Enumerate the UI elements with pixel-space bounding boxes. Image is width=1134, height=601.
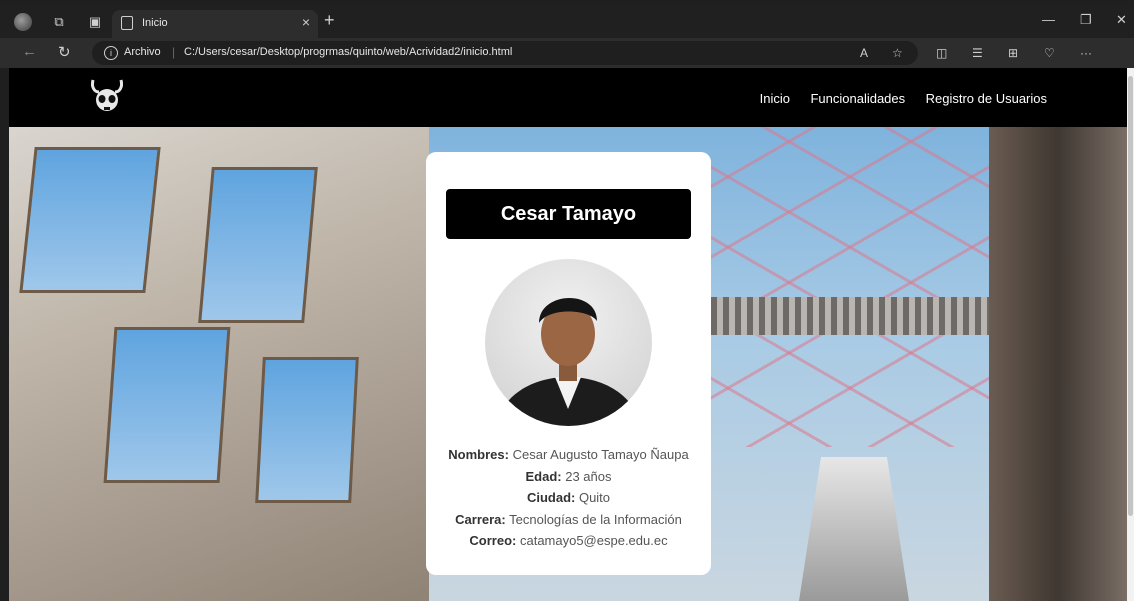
info-icon[interactable]: i [104, 46, 118, 60]
new-tab-button[interactable]: + [324, 10, 335, 31]
page-icon [121, 16, 133, 30]
profile-card: Cesar Tamayo Nombres: Cesar Augusto Tama… [426, 152, 711, 575]
nav-link-funcionalidades[interactable]: Funcionalidades [810, 91, 905, 106]
url-text[interactable]: C:/Users/cesar/Desktop/progrmas/quinto/w… [184, 46, 512, 58]
background-window [198, 167, 318, 323]
address-bar[interactable]: i Archivo | C:/Users/cesar/Desktop/progr… [92, 41, 918, 65]
close-tab-button[interactable]: × [302, 14, 310, 30]
info-row-edad: Edad: 23 años [426, 466, 711, 488]
collections-icon[interactable]: ⊞ [1008, 46, 1018, 60]
profile-photo [485, 259, 652, 426]
favorite-star-icon[interactable]: ☆ [892, 46, 903, 60]
tab-inicio[interactable]: Inicio × [112, 10, 318, 38]
close-icon[interactable]: ✕ [1116, 12, 1127, 28]
info-row-nombres: Nombres: Cesar Augusto Tamayo Ñaupa [426, 444, 711, 466]
background-sky-grid [711, 127, 989, 447]
tab-title: Inicio [142, 17, 168, 29]
info-row-carrera: Carrera: Tecnologías de la Información [426, 509, 711, 531]
tab-bar: ⧉ ▣ Inicio × + — ❐ ✕ [0, 6, 1134, 38]
workspaces-icon[interactable]: ⧉ [50, 13, 68, 31]
page-viewport: Inicio Funcionalidades Registro de Usuar… [9, 68, 1127, 601]
more-icon[interactable]: ··· [1080, 46, 1092, 60]
tab-actions-icon[interactable]: ▣ [86, 13, 104, 31]
field-label: Edad: [525, 468, 562, 484]
field-value: 23 años [561, 468, 612, 484]
field-label: Ciudad: [526, 490, 576, 505]
person-portrait-icon [495, 297, 642, 426]
url-separator: | [172, 45, 176, 59]
background-tower [799, 457, 909, 601]
reload-icon[interactable]: ↻ [58, 43, 71, 61]
field-label: Carrera: [455, 511, 506, 527]
info-row-correo: Correo: catamayo5@espe.edu.ec [426, 530, 711, 552]
field-value: Cesar Augusto Tamayo Ñaupa [508, 447, 689, 462]
background-window [19, 147, 161, 293]
background-wall-left [9, 127, 429, 601]
background-wall-right [989, 127, 1127, 601]
nav-link-inicio[interactable]: Inicio [760, 91, 790, 106]
page-scrollbar[interactable] [1127, 68, 1134, 601]
browser-window: ⧉ ▣ Inicio × + — ❐ ✕ ← ↻ i Archivo | C:/… [0, 0, 1134, 601]
background-window [103, 327, 231, 483]
favorites-icon[interactable]: ☰ [972, 46, 983, 60]
field-label: Nombres: [448, 447, 509, 462]
background-bridge [711, 297, 1001, 335]
field-value: catamayo5@espe.edu.ec [516, 533, 668, 548]
scheme-label: Archivo [124, 46, 161, 58]
minimize-icon[interactable]: — [1042, 12, 1055, 27]
nav-link-registro-usuarios[interactable]: Registro de Usuarios [926, 91, 1047, 106]
back-icon[interactable]: ← [22, 43, 37, 60]
field-value: Quito [575, 490, 611, 505]
split-screen-icon[interactable]: ◫ [936, 46, 947, 60]
field-value: Tecnologías de la Información [505, 511, 682, 527]
background-window [255, 357, 359, 503]
profile-info: Nombres: Cesar Augusto Tamayo Ñaupa Edad… [426, 444, 711, 552]
read-aloud-icon[interactable]: A [860, 46, 868, 60]
profile-name: Cesar Tamayo [446, 189, 691, 239]
address-bar-row: ← ↻ i Archivo | C:/Users/cesar/Desktop/p… [0, 38, 1134, 68]
main-nav: Inicio Funcionalidades Registro de Usuar… [744, 90, 1047, 108]
scrollbar-thumb[interactable] [1128, 76, 1133, 516]
profile-icon[interactable] [14, 13, 32, 31]
field-label: Correo: [469, 533, 517, 548]
site-header: Inicio Funcionalidades Registro de Usuar… [9, 68, 1127, 127]
info-row-ciudad: Ciudad: Quito [426, 487, 711, 509]
maximize-icon[interactable]: ❐ [1080, 12, 1092, 28]
browser-essentials-icon[interactable]: ♡ [1044, 46, 1055, 60]
horned-skull-logo[interactable] [89, 78, 125, 114]
